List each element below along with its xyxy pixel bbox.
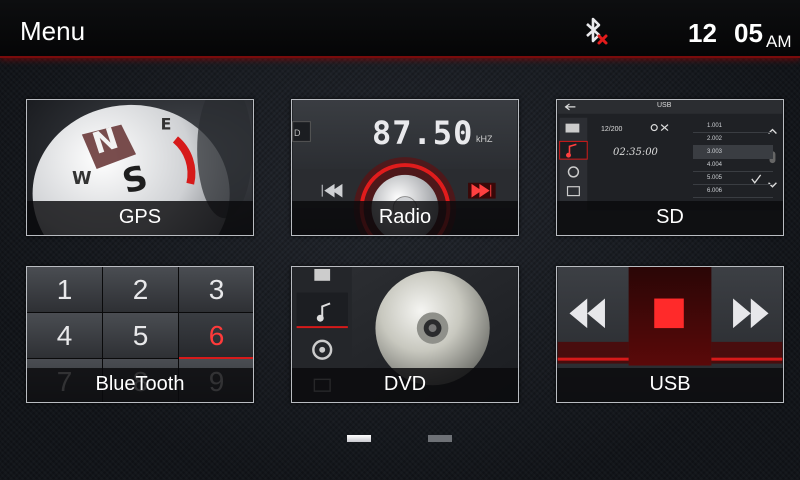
- usb-tile[interactable]: USB: [556, 266, 784, 403]
- radio-unit: kHZ: [476, 134, 493, 144]
- clock-ampm: AM: [766, 32, 792, 51]
- radio-frequency: 87.50: [372, 114, 474, 152]
- sd-label: SD: [656, 206, 684, 228]
- list-item[interactable]: 2.002: [693, 133, 773, 146]
- gps-label: GPS: [118, 206, 162, 228]
- bluetooth-tile[interactable]: 1 2 3 4 5 6 7 8 9 BlueTooth: [26, 266, 254, 403]
- radio-tile[interactable]: D 87.50 kHZ Radio: [291, 99, 519, 236]
- radio-unit-tag: D: [294, 128, 301, 138]
- list-item[interactable]: 5.005: [693, 172, 773, 185]
- status-bar: Menu 12 05 AM: [0, 0, 800, 58]
- sd-header: USB: [657, 102, 672, 109]
- bluetooth-disconnected-icon[interactable]: [578, 14, 610, 46]
- keypad-key: 3: [179, 267, 253, 313]
- keypad-key: 2: [103, 267, 179, 313]
- usb-label: USB: [649, 373, 691, 395]
- svg-text:E: E: [161, 115, 172, 134]
- list-item[interactable]: 4.004: [693, 159, 773, 172]
- clock-hour: 12: [688, 18, 717, 48]
- sd-track-counter: 12/200: [601, 126, 623, 133]
- page-indicator-1[interactable]: [347, 435, 371, 442]
- list-item[interactable]: 6.006: [693, 185, 773, 198]
- keypad-key: 1: [27, 267, 103, 313]
- dvd-label: DVD: [383, 373, 427, 395]
- gps-tile[interactable]: N S W E GPS: [26, 99, 254, 236]
- clock-minute: 05: [734, 18, 763, 48]
- list-item[interactable]: 1.001: [693, 120, 773, 133]
- sd-time: 02:35:00: [613, 147, 658, 158]
- bluetooth-label: BlueTooth: [95, 373, 185, 395]
- keypad-key: 5: [103, 313, 179, 359]
- radio-label: Radio: [378, 206, 432, 228]
- list-item[interactable]: 3.003: [693, 146, 773, 159]
- keypad-key-active: 6: [179, 313, 253, 359]
- page-title: Menu: [20, 16, 86, 46]
- keypad-key: 4: [27, 313, 103, 359]
- dvd-tile[interactable]: DVD: [291, 266, 519, 403]
- sd-tile[interactable]: USB 12/200 02:35:00 1.001 2.002 3.003 4.…: [556, 99, 784, 236]
- svg-text:W: W: [72, 169, 92, 189]
- page-indicator-2[interactable]: [428, 435, 452, 442]
